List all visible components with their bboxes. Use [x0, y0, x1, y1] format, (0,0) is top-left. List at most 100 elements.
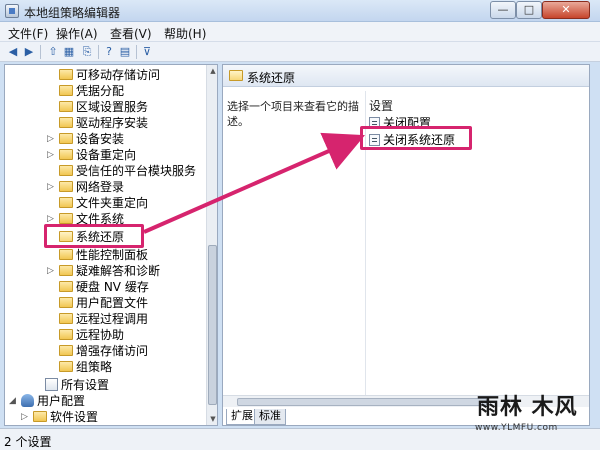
highlight-box-setting: [360, 126, 472, 150]
tree-item[interactable]: ▷ 疑难解答和诊断: [47, 263, 161, 279]
back-arrow-icon[interactable]: ◀: [6, 45, 20, 59]
tree-item-label: 受信任的平台模块服务: [76, 164, 197, 178]
tree-item[interactable]: ▷ 软件设置: [21, 409, 98, 425]
tree-item-label: 设备重定向: [76, 148, 137, 162]
folder-icon: [59, 345, 73, 356]
minimize-button[interactable]: —: [490, 1, 516, 19]
tree-item[interactable]: 硬盘 NV 缓存: [59, 279, 149, 295]
tree-item[interactable]: ◢ 用户配置: [9, 393, 86, 409]
tree-item-label: 设备安装: [76, 132, 125, 146]
tree-item[interactable]: 受信任的平台模块服务: [59, 163, 196, 179]
tree-item-label: 性能控制面板: [76, 248, 149, 262]
details-title: 系统还原: [247, 71, 296, 85]
tree-item[interactable]: 区域设置服务: [59, 99, 148, 115]
tree-item-label: 远程协助: [76, 328, 125, 342]
window-title: 本地组策略编辑器: [24, 6, 121, 20]
forward-arrow-icon[interactable]: ▶: [22, 45, 36, 59]
properties-icon[interactable]: ▤: [118, 45, 132, 59]
tree-item[interactable]: 文件夹重定向: [59, 195, 148, 211]
tree-item-label: 疑难解答和诊断: [76, 264, 161, 278]
tab-standard[interactable]: 标准: [254, 409, 286, 425]
tree-item[interactable]: 增强存储访问: [59, 343, 148, 359]
tree-item[interactable]: 用户配置文件: [59, 295, 148, 311]
tree-item[interactable]: 性能控制面板: [59, 247, 148, 263]
expand-arrow-icon[interactable]: ▷: [21, 409, 31, 425]
tree-item-label: 用户配置: [37, 394, 86, 408]
toolbar-separator: [40, 45, 41, 59]
gpedit-app-icon: [5, 4, 19, 18]
tree-item-label: 可移动存储访问: [76, 68, 161, 82]
menu-view[interactable]: 查看(V): [110, 25, 152, 42]
scroll-thumb[interactable]: [208, 245, 217, 405]
folder-icon: [59, 281, 73, 292]
details-header: 系统还原: [223, 65, 589, 87]
folder-open-icon: [229, 70, 243, 81]
folder-icon: [59, 69, 73, 80]
collapse-arrow-icon[interactable]: ◢: [9, 393, 19, 409]
tree-item-label: 硬盘 NV 缓存: [76, 280, 149, 294]
scroll-up-icon[interactable]: ▲: [207, 65, 217, 77]
folder-icon: [59, 85, 73, 96]
help-icon[interactable]: ?: [102, 45, 116, 59]
tree-item-label: 所有设置: [61, 378, 110, 392]
folder-icon: [59, 297, 73, 308]
export-list-icon[interactable]: ⎘: [80, 45, 94, 59]
tree-item-label: 增强存储访问: [76, 344, 149, 358]
expand-arrow-icon[interactable]: ▷: [47, 131, 57, 147]
status-text: 2 个设置: [4, 435, 52, 449]
folder-icon: [59, 197, 73, 208]
menu-file[interactable]: 文件(F): [8, 25, 48, 42]
description-text: 选择一个项目来查看它的描述。: [227, 100, 359, 128]
tree-item[interactable]: 远程过程调用: [59, 311, 148, 327]
folder-icon: [59, 101, 73, 112]
menu-help[interactable]: 帮助(H): [164, 25, 206, 42]
tree-item[interactable]: 可移动存储访问: [59, 67, 160, 83]
folder-icon: [59, 117, 73, 128]
tree-item-label: 用户配置文件: [76, 296, 149, 310]
tree-item[interactable]: 驱动程序安装: [59, 115, 148, 131]
tree-item[interactable]: 凭据分配: [59, 83, 124, 99]
toolbar-separator: [136, 45, 137, 59]
tree-item[interactable]: ▷ 网络登录: [47, 179, 124, 195]
scroll-thumb[interactable]: [237, 398, 487, 406]
folder-icon: [59, 133, 73, 144]
tree-item-label: 凭据分配: [76, 84, 125, 98]
folder-icon: [59, 329, 73, 340]
all-settings-icon: [45, 378, 58, 391]
menu-action[interactable]: 操作(A): [56, 25, 98, 42]
tree-item-label: 远程过程调用: [76, 312, 149, 326]
tree-vertical-scrollbar[interactable]: ▲ ▼: [206, 65, 217, 425]
tree-item[interactable]: 组策略: [59, 359, 112, 375]
tree-item[interactable]: 所有设置: [45, 377, 109, 393]
tree-item[interactable]: 远程协助: [59, 327, 124, 343]
maximize-button[interactable]: □: [516, 1, 542, 19]
folder-icon: [59, 149, 73, 160]
filter-icon[interactable]: ⊽: [140, 45, 154, 59]
scroll-down-icon[interactable]: ▼: [207, 413, 217, 425]
settings-column-header[interactable]: 设置: [369, 97, 393, 114]
tree-item-label: 驱动程序安装: [76, 116, 149, 130]
expand-arrow-icon[interactable]: ▷: [47, 179, 57, 195]
tree-item-label: 区域设置服务: [76, 100, 149, 114]
menu-bar: 文件(F) 操作(A) 查看(V) 帮助(H): [0, 22, 600, 42]
folder-icon: [59, 165, 73, 176]
up-folder-icon[interactable]: ⇧: [46, 45, 60, 59]
user-config-icon: [21, 394, 34, 407]
toolbar-separator: [98, 45, 99, 59]
title-bar: 本地组策略编辑器 — □ ✕: [0, 0, 600, 22]
show-hide-tree-icon[interactable]: ▦: [62, 45, 76, 59]
expand-arrow-icon[interactable]: ▷: [47, 147, 57, 163]
expand-arrow-icon[interactable]: ▷: [47, 263, 57, 279]
folder-icon: [59, 213, 73, 224]
highlight-box-tree: [44, 224, 144, 248]
folder-icon: [59, 361, 73, 372]
tree-item-label: 组策略: [76, 360, 113, 374]
tree-item[interactable]: ▷ 设备重定向: [47, 147, 137, 163]
folder-icon: [59, 313, 73, 324]
tree-item[interactable]: ▷ 设备安装: [47, 131, 125, 147]
close-button[interactable]: ✕: [542, 1, 590, 19]
tree-item-label: 文件夹重定向: [76, 196, 149, 210]
folder-icon: [59, 181, 73, 192]
watermark-url: www.YLMFU.com: [475, 423, 558, 433]
folder-icon: [33, 411, 47, 422]
